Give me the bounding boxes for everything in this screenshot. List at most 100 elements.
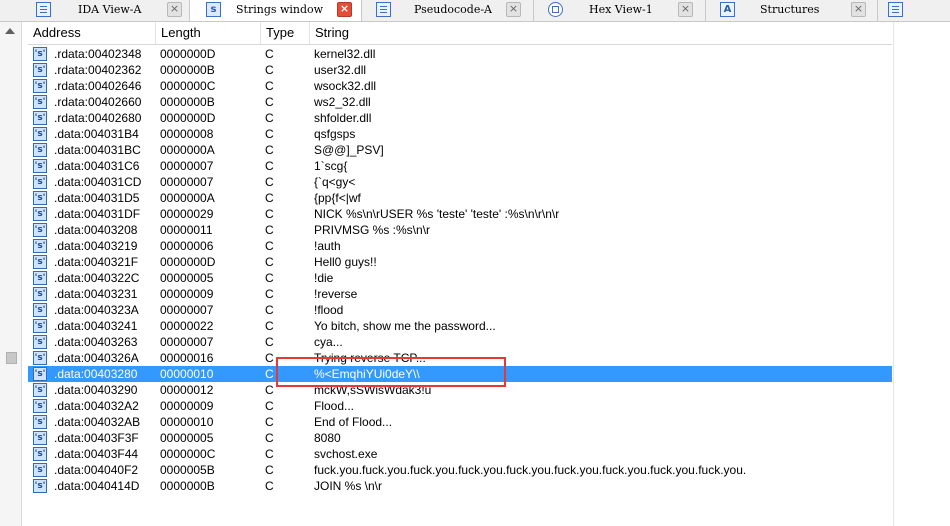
string-item-icon: 's'	[33, 159, 47, 173]
table-row[interactable]: 's' .data:004031B4 00000008 Cqsfgsps	[28, 126, 892, 142]
table-row[interactable]: 's' .data:00403241 00000022 C Yo bitch, show…	[28, 318, 892, 334]
table-row[interactable]: 's' .rdata:00402348 0000000D Ckernel32.dll	[28, 46, 892, 62]
table-row[interactable]: 's' .data:0040322C 00000005 C !die	[28, 270, 892, 286]
column-header-address[interactable]: Address	[28, 22, 156, 44]
table-row[interactable]: 's' .data:004032A2 00000009 C Flood...	[28, 398, 892, 414]
type-cell: C	[265, 367, 274, 381]
string-item-icon: 's'	[33, 79, 47, 93]
address-cell: .rdata:00402680	[54, 111, 142, 125]
tab-structures[interactable]: A Structures ×	[706, 0, 878, 21]
table-row[interactable]: 's' .data:00403F44 0000000C Csvchost.exe	[28, 446, 892, 462]
close-icon[interactable]: ×	[506, 2, 521, 17]
table-row[interactable]: 's' .rdata:00402362 0000000B Cuser32.dll	[28, 62, 892, 78]
address-cell: .rdata:00402348	[54, 47, 142, 61]
table-row[interactable]: 's' .rdata:00402646 0000000C Cwsock32.dll	[28, 78, 892, 94]
address-cell: .data:004032A2	[54, 399, 139, 413]
string-item-icon: 's'	[33, 63, 47, 77]
tab-hex-view[interactable]: Hex View-1 ×	[534, 0, 706, 21]
close-icon[interactable]: ×	[678, 2, 693, 17]
string-cell: wsock32.dll	[314, 79, 377, 93]
close-icon[interactable]: ×	[337, 2, 352, 17]
table-row[interactable]: 's' .data:0040323A 00000007 C !flood	[28, 302, 892, 318]
table-row[interactable]: 's' .rdata:00402680 0000000D Cshfolder.dll	[28, 110, 892, 126]
address-cell: .data:00403290	[54, 383, 138, 397]
string-cell: !auth	[314, 239, 341, 253]
column-header-string[interactable]: String	[310, 22, 892, 44]
table-row[interactable]: 's' .data:004031D5 0000000A C {pp{f<|wf	[28, 190, 892, 206]
type-cell: C	[265, 127, 274, 141]
tab-ida-view[interactable]: IDA View-A ×	[0, 0, 190, 21]
tab-pseudocode[interactable]: Pseudocode-A ×	[362, 0, 534, 21]
type-cell: C	[265, 463, 274, 477]
scroll-up-arrow-icon[interactable]	[5, 28, 15, 34]
address-cell: .rdata:00402362	[54, 63, 142, 77]
table-row[interactable]: 's' .data:004031BC 0000000A C S@@]_PSV]	[28, 142, 892, 158]
tab-overflow[interactable]	[878, 0, 950, 21]
address-cell: .rdata:00402660	[54, 95, 142, 109]
length-cell: 00000008	[160, 127, 214, 141]
string-cell: !reverse	[314, 287, 358, 301]
length-cell: 0000000D	[160, 47, 216, 61]
address-cell: .data:004040F2	[54, 463, 139, 477]
close-icon[interactable]: ×	[851, 2, 866, 17]
type-cell: C	[265, 319, 274, 333]
table-row[interactable]: 's' .data:004032AB 00000010 C End of Flood..…	[28, 414, 892, 430]
type-cell: C	[265, 415, 274, 429]
table-row[interactable]: 's' .data:00403290 00000012 CmckW,sSWisWdak…	[28, 382, 892, 398]
table-row[interactable]: 's' .data:004040F2 0000005B Cfuck.you.fuck.…	[28, 462, 892, 478]
string-cell: S@@]_PSV]	[314, 143, 384, 157]
tab-strings-window[interactable]: s Strings window ×	[190, 0, 362, 21]
string-item-icon: 's'	[33, 175, 47, 189]
table-header: Address Length Type String	[28, 22, 892, 45]
string-item-icon: 's'	[33, 255, 47, 269]
type-cell: C	[265, 239, 274, 253]
address-cell: .data:0040323A	[54, 303, 139, 317]
table-row[interactable]: 's' .data:0040321F 0000000D C Hell0 guys!!	[28, 254, 892, 270]
table-row[interactable]: 's' .data:004031CD 00000007 C {`q<gy<	[28, 174, 892, 190]
string-item-icon: 's'	[33, 239, 47, 253]
type-cell: C	[265, 447, 274, 461]
string-cell: NICK %s\n\rUSER %s 'teste' 'teste' :%s\n…	[314, 207, 560, 221]
left-scroll-strip[interactable]	[0, 22, 22, 526]
length-cell: 00000007	[160, 303, 214, 317]
type-cell: C	[265, 479, 274, 493]
string-item-icon: 's'	[33, 415, 47, 429]
hex-icon	[548, 2, 563, 17]
scrollbar-thumb[interactable]	[6, 352, 17, 364]
length-cell: 00000007	[160, 159, 214, 173]
table-row[interactable]: 's' .data:004031DF 00000029 C NICK %s\n\rUSE…	[28, 206, 892, 222]
table-row[interactable]: 's' .data:0040414D 0000000B C JOIN %s \n\r	[28, 478, 892, 494]
table-row[interactable]: 's' .data:00403F3F 00000005 C 8080	[28, 430, 892, 446]
right-empty-area	[893, 22, 950, 526]
table-row[interactable]: 's' .data:00403231 00000009 C !reverse	[28, 286, 892, 302]
length-cell: 0000000D	[160, 111, 216, 125]
column-header-type[interactable]: Type	[261, 22, 310, 44]
type-cell: C	[265, 63, 274, 77]
address-cell: .data:00403208	[54, 223, 138, 237]
address-cell: .data:00403280	[54, 367, 138, 381]
column-header-length[interactable]: Length	[156, 22, 261, 44]
string-item-icon: 's'	[33, 431, 47, 445]
string-item-icon: 's'	[33, 319, 47, 333]
string-cell: cya...	[314, 335, 343, 349]
string-item-icon: 's'	[33, 351, 47, 365]
table-row[interactable]: 's' .data:00403219 00000006 C !auth	[28, 238, 892, 254]
string-cell: 8080	[314, 431, 341, 445]
string-item-icon: 's'	[33, 47, 47, 61]
address-cell: .data:0040321F	[54, 255, 139, 269]
length-cell: 0000000B	[160, 479, 215, 493]
length-cell: 00000029	[160, 207, 214, 221]
table-row[interactable]: 's' .data:00403208 00000011 C PRIVMSG %s :%s…	[28, 222, 892, 238]
address-cell: .data:004031B4	[54, 127, 139, 141]
type-cell: C	[265, 143, 274, 157]
table-row[interactable]: 's' .rdata:00402660 0000000B Cws2_32.dll	[28, 94, 892, 110]
type-cell: C	[265, 223, 274, 237]
table-row[interactable]: 's' .data:00403263 00000007 Ccya...	[28, 334, 892, 350]
document-icon	[376, 2, 391, 17]
string-cell: kernel32.dll	[314, 47, 376, 61]
close-icon[interactable]: ×	[167, 2, 182, 17]
table-row[interactable]: 's' .data:004031C6 00000007 C 1`scg{	[28, 158, 892, 174]
type-cell: C	[265, 47, 274, 61]
table-row[interactable]: 's' .data:0040326A 00000016 C Trying reverse…	[28, 350, 892, 366]
table-row[interactable]: 's' .data:00403280 00000010 C %<EmqhiYUi0deY…	[28, 366, 892, 382]
